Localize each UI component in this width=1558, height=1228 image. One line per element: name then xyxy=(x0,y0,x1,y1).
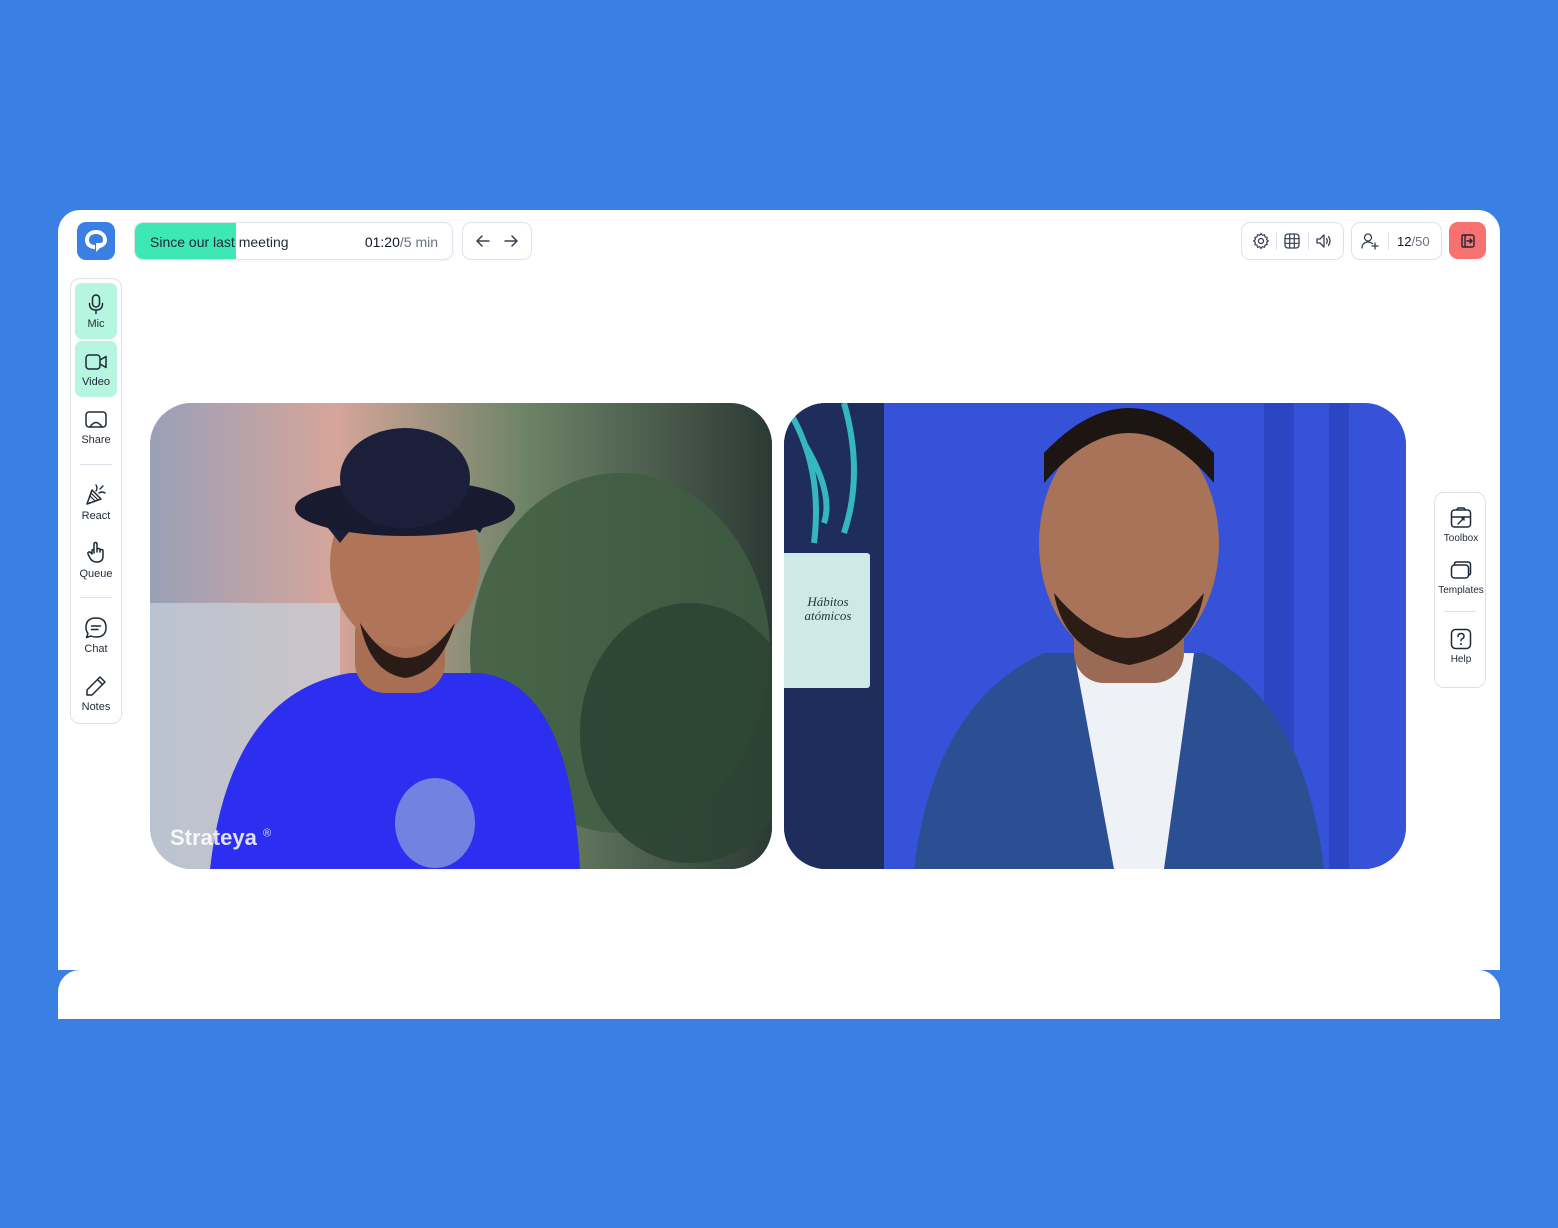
participant-current: 12 xyxy=(1397,233,1412,249)
participant-1-image xyxy=(150,403,772,869)
notes-button[interactable]: Notes xyxy=(75,665,117,721)
top-tools xyxy=(1241,222,1344,260)
participants-button[interactable]: 12/50 xyxy=(1351,222,1442,260)
previous-button[interactable] xyxy=(471,229,495,253)
toolbox-label: Toolbox xyxy=(1443,533,1479,544)
chat-label: Chat xyxy=(84,642,108,655)
speaker-icon xyxy=(1316,234,1331,248)
share-label: Share xyxy=(81,433,111,446)
raised-hand-icon xyxy=(87,541,104,563)
watermark-text: Strateya xyxy=(170,825,257,850)
divider xyxy=(1307,232,1309,250)
video-camera-icon xyxy=(85,353,107,370)
participant-video-2[interactable]: Hábitos atómicos xyxy=(784,403,1406,869)
agenda-total: 5 min xyxy=(403,234,438,250)
book: Hábitos atómicos xyxy=(784,553,870,688)
agenda-elapsed: 01:20 xyxy=(364,234,400,250)
chat-button[interactable]: Chat xyxy=(75,607,117,663)
layout-button[interactable] xyxy=(1278,227,1306,255)
notes-label: Notes xyxy=(81,700,111,713)
exit-icon xyxy=(1460,233,1475,248)
add-user-icon xyxy=(1361,233,1379,250)
divider xyxy=(1388,232,1389,250)
video-label: Video xyxy=(82,375,110,388)
screen-share-icon xyxy=(85,410,107,428)
gear-icon xyxy=(1252,232,1269,250)
react-label: React xyxy=(81,509,111,522)
participant-video-1[interactable]: Strateya ® xyxy=(150,403,772,869)
agenda-title: Since our last meeting xyxy=(150,234,289,250)
divider xyxy=(80,464,112,465)
video-button[interactable]: Video xyxy=(75,341,117,397)
mic-button[interactable]: Mic xyxy=(75,283,117,339)
app-logo-icon xyxy=(85,230,107,252)
grid-icon xyxy=(1284,233,1301,249)
agenda-navigation xyxy=(462,222,532,260)
templates-label: Templates xyxy=(1438,585,1484,596)
queue-button[interactable]: Queue xyxy=(75,532,117,588)
right-toolbar: Toolbox Templates Help xyxy=(1434,492,1486,688)
react-button[interactable]: React xyxy=(75,474,117,530)
question-icon xyxy=(1450,628,1472,650)
next-button[interactable] xyxy=(499,229,523,253)
microphone-icon xyxy=(88,293,104,314)
queue-label: Queue xyxy=(79,567,113,580)
book-title: Hábitos atómicos xyxy=(804,594,852,623)
templates-button[interactable]: Templates xyxy=(1437,551,1485,603)
agenda-timer: 01:20/5 min xyxy=(365,234,438,250)
left-toolbar: Mic Video Share React Queue Chat Notes xyxy=(70,278,122,724)
party-popper-icon xyxy=(86,483,106,505)
watermark: Strateya ® xyxy=(170,825,271,851)
agenda-progress[interactable]: Since our last meeting 01:20/5 min xyxy=(134,222,453,260)
arrow-left-icon xyxy=(476,235,490,247)
toolbox-icon xyxy=(1450,507,1472,528)
mic-label: Mic xyxy=(87,317,105,330)
audio-button[interactable] xyxy=(1310,227,1338,255)
help-button[interactable]: Help xyxy=(1437,620,1485,672)
share-button[interactable]: Share xyxy=(75,399,117,455)
participant-count: 12/50 xyxy=(1397,234,1430,249)
toolbox-button[interactable]: Toolbox xyxy=(1437,499,1485,551)
arrow-right-icon xyxy=(504,235,518,247)
templates-icon xyxy=(1450,561,1472,579)
bottom-panel xyxy=(58,970,1500,1019)
pencil-icon xyxy=(86,675,106,696)
participant-2-image xyxy=(784,403,1406,869)
watermark-mark: ® xyxy=(262,827,272,840)
participant-max: 50 xyxy=(1415,233,1430,249)
divider xyxy=(1276,232,1278,250)
leave-button[interactable] xyxy=(1449,222,1486,259)
divider xyxy=(1444,611,1476,612)
settings-button[interactable] xyxy=(1247,227,1275,255)
app-logo[interactable] xyxy=(77,222,115,260)
chat-bubble-icon xyxy=(85,616,107,638)
help-label: Help xyxy=(1450,654,1472,665)
divider xyxy=(80,597,112,598)
